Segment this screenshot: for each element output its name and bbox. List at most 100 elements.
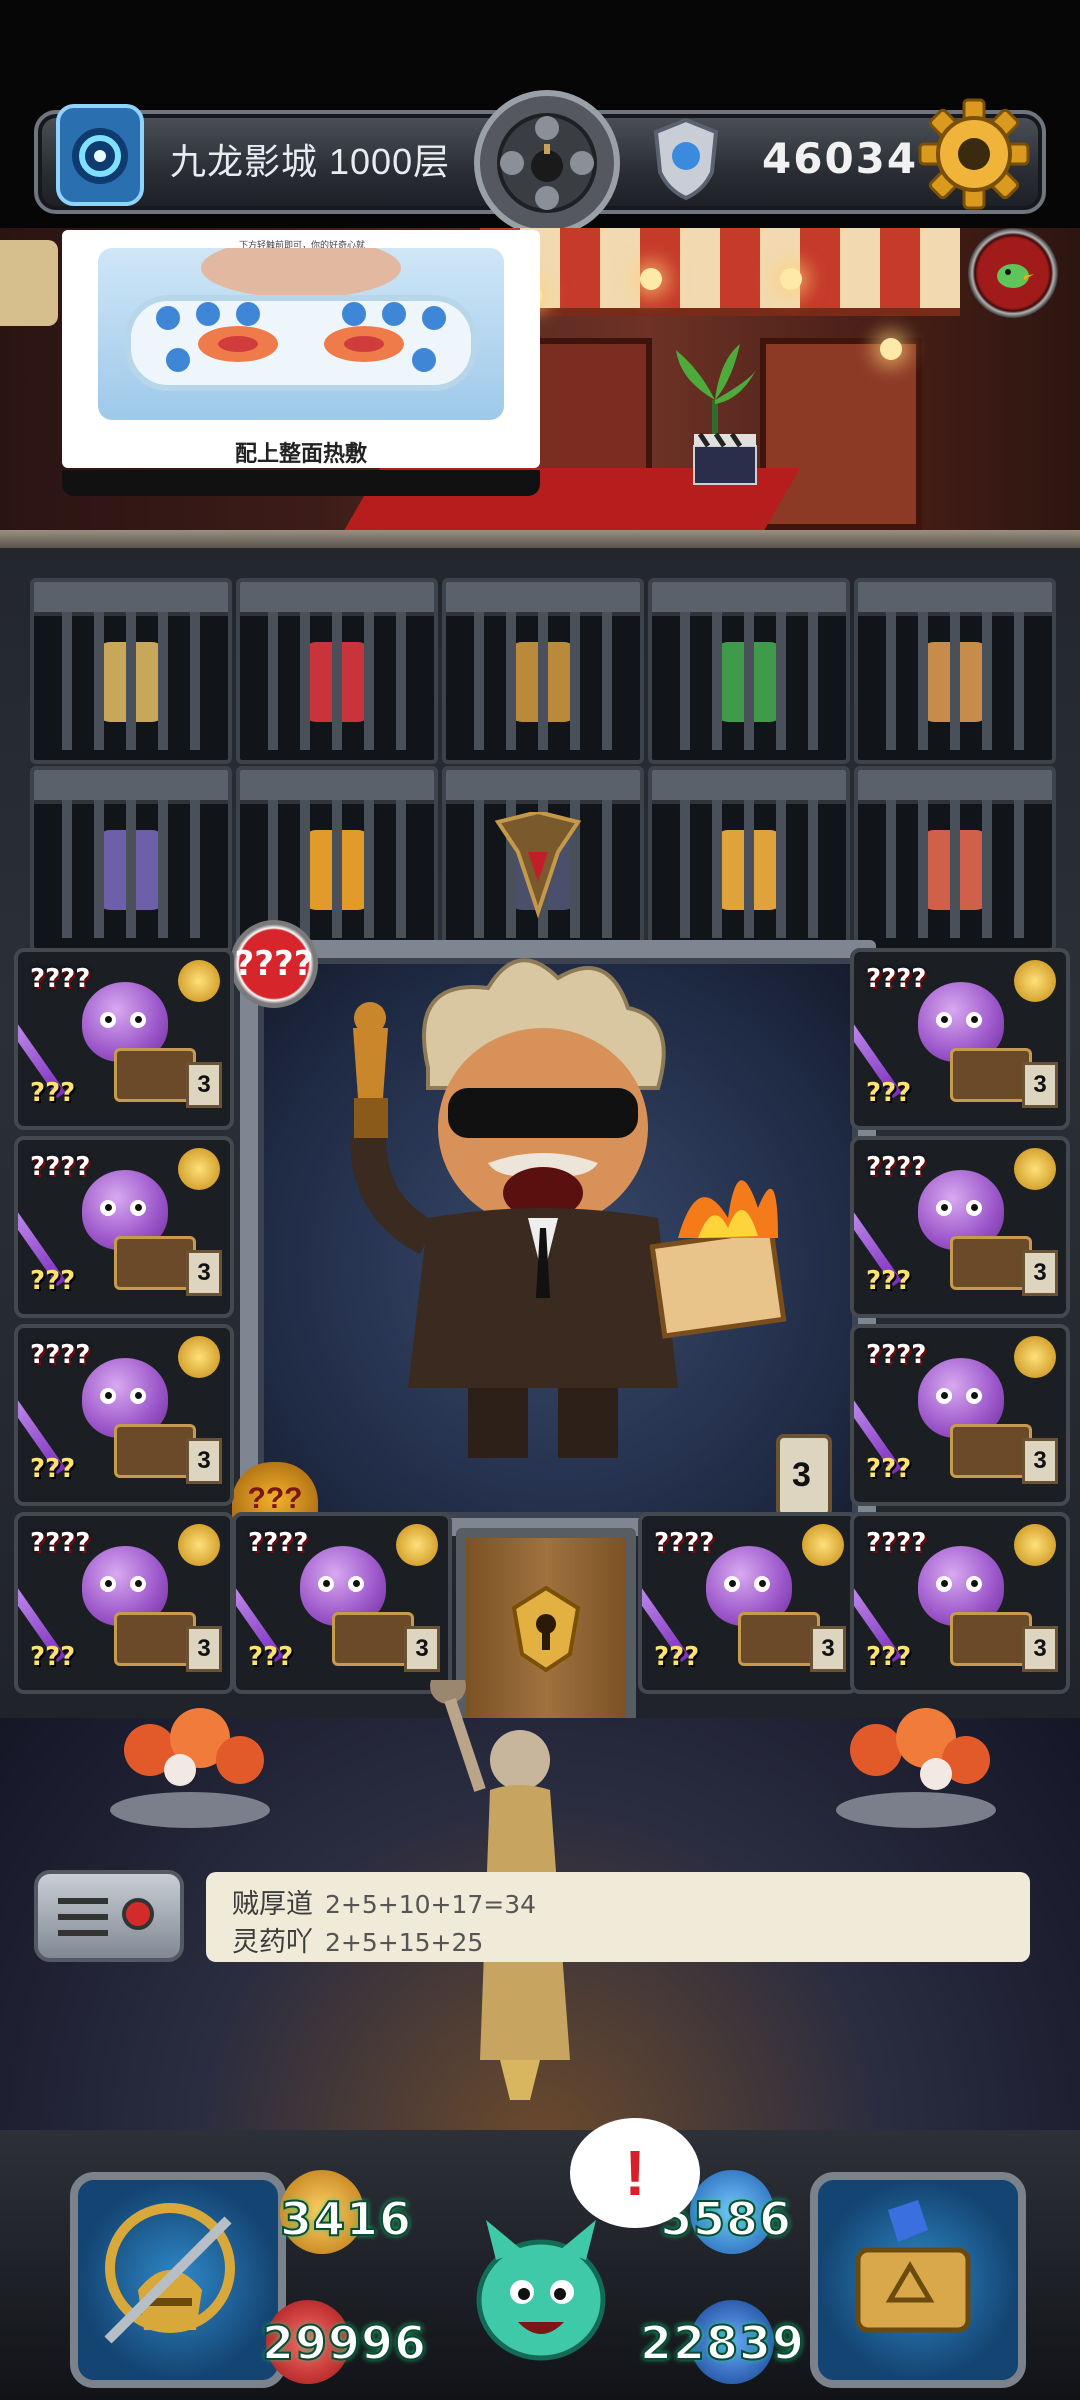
enemy-hp: ??? — [866, 1642, 912, 1672]
enemy-slot[interactable]: ???? ??? 3 — [14, 1136, 234, 1318]
jail-cell[interactable] — [30, 766, 232, 952]
enemy-level: ???? — [30, 1340, 91, 1370]
enemy-count: 3 — [186, 1626, 222, 1672]
chest-icon — [950, 1048, 1032, 1102]
clapperboard-icon — [693, 432, 757, 485]
theatre-door-right — [760, 338, 922, 530]
chat-line: 灵药吖 2+5+15+25 — [232, 1920, 483, 1959]
enemy-slot[interactable]: ???? ??? 3 — [850, 948, 1070, 1130]
enemy-level: ???? — [866, 964, 927, 994]
chest-icon — [332, 1612, 414, 1666]
chat-message: 2+5+10+17=34 — [325, 1890, 537, 1919]
enemy-count: 3 — [1022, 1250, 1058, 1296]
attack-badge-icon — [178, 1524, 220, 1566]
green-bird-icon — [997, 264, 1034, 288]
jail-cell[interactable] — [30, 578, 232, 764]
ad-image[interactable] — [98, 248, 504, 420]
eye-mask-image — [125, 248, 477, 391]
inventory-button[interactable] — [810, 2172, 1026, 2388]
equipment-button[interactable] — [70, 2172, 286, 2388]
ad-banner[interactable]: 下方轻触前即可，你的好奇心就 配上整面热敷 — [62, 230, 540, 468]
enemy-slot[interactable]: ???? ??? 3 — [14, 1324, 234, 1506]
attack-badge-icon — [802, 1524, 844, 1566]
attack-badge-icon — [1014, 960, 1056, 1002]
chest-icon — [950, 1236, 1032, 1290]
bomb-wheel-icon[interactable] — [472, 88, 622, 238]
ad-frame-bottom — [62, 470, 540, 496]
enemy-level: ???? — [248, 1528, 309, 1558]
pet-companion-button[interactable] — [466, 2200, 616, 2370]
portal-icon[interactable] — [52, 100, 148, 210]
hp-stat: 29996 — [261, 2315, 428, 2371]
knight-helmet-icon — [104, 2203, 235, 2344]
attack-stat: 3416 — [279, 2191, 413, 2247]
jail-cell[interactable] — [648, 578, 850, 764]
chest-icon — [738, 1612, 820, 1666]
chat-username: 灵药吖 — [232, 1927, 313, 1957]
shield-icon — [653, 117, 719, 201]
lamp — [640, 268, 662, 290]
lamp — [880, 338, 902, 360]
lock-icon — [511, 1585, 581, 1673]
enemy-slot[interactable]: ???? ??? 3 — [14, 948, 234, 1130]
mystery-level-badge: ???? — [230, 920, 318, 1008]
scroll-gem-icon — [855, 2200, 971, 2333]
chat-button[interactable] — [34, 1870, 184, 1962]
enemy-count: 3 — [1022, 1626, 1058, 1672]
enemy-slot[interactable]: ???? ??? 3 — [14, 1512, 234, 1694]
attack-badge-icon — [178, 1336, 220, 1378]
jail-cell[interactable] — [854, 578, 1056, 764]
enemy-level: ???? — [866, 1528, 927, 1558]
chamber-emblem-icon — [494, 812, 582, 919]
chest-icon — [114, 1424, 196, 1478]
attack-badge-icon — [1014, 1336, 1056, 1378]
enemy-count: 3 — [1022, 1438, 1058, 1484]
ad-title: 配上整面热敷 — [234, 441, 367, 466]
avatar-button[interactable] — [968, 228, 1058, 318]
enemy-hp: ??? — [30, 1078, 76, 1108]
enemy-slot[interactable]: ???? ??? 3 — [850, 1324, 1070, 1506]
enemy-hp: ??? — [866, 1266, 912, 1296]
chest-icon — [114, 1236, 196, 1290]
attack-badge-icon — [1014, 1524, 1056, 1566]
coin-count: 46034 — [762, 134, 919, 183]
enemy-hp: ??? — [30, 1642, 76, 1672]
enemy-slot[interactable]: ???? ??? 3 — [638, 1512, 858, 1694]
attack-badge-icon — [396, 1524, 438, 1566]
enemy-hp: ??? — [248, 1642, 294, 1672]
jail-cell[interactable] — [442, 578, 644, 764]
enemy-level: ???? — [30, 1528, 91, 1558]
floor-label: 九龙影城 1000层 — [170, 141, 451, 182]
jail-cell[interactable] — [854, 766, 1056, 952]
enemy-count: 3 — [1022, 1062, 1058, 1108]
chat-username: 贼厚道 — [232, 1889, 313, 1919]
chat-message: 2+5+15+25 — [325, 1928, 484, 1957]
scientist-hero-image — [350, 958, 787, 1458]
chat-box[interactable]: 贼厚道 2+5+10+17=34 灵药吖 2+5+15+25 — [206, 1872, 1030, 1962]
enemy-level: ???? — [866, 1340, 927, 1370]
attack-badge-icon — [178, 960, 220, 1002]
chest-icon — [950, 1612, 1032, 1666]
enemy-hp: ??? — [866, 1454, 912, 1484]
enemy-slot[interactable]: ???? ??? 3 — [850, 1512, 1070, 1694]
enemy-count: 3 — [404, 1626, 440, 1672]
enemy-hp: ??? — [654, 1642, 700, 1672]
chest-icon — [114, 1048, 196, 1102]
jail-cell[interactable] — [236, 578, 438, 764]
enemy-count: 3 — [186, 1250, 222, 1296]
flower-pot-icon — [110, 1708, 270, 1828]
enemy-count: 3 — [810, 1626, 846, 1672]
lamp — [780, 268, 802, 290]
flower-pot-icon — [836, 1708, 996, 1828]
chest-icon — [950, 1424, 1032, 1478]
attack-badge-icon — [1014, 1148, 1056, 1190]
enemy-slot[interactable]: ???? ??? 3 — [850, 1136, 1070, 1318]
chat-icon — [58, 1898, 154, 1936]
enemy-hp: ??? — [30, 1454, 76, 1484]
gear-icon[interactable] — [918, 98, 1030, 210]
enemy-level: ???? — [30, 964, 91, 994]
enemy-level: ???? — [866, 1152, 927, 1182]
enemy-slot[interactable]: ???? ??? 3 — [232, 1512, 452, 1694]
alert-bubble[interactable]: ! — [570, 2118, 700, 2228]
hourglass-count: 3 — [792, 1456, 811, 1494]
